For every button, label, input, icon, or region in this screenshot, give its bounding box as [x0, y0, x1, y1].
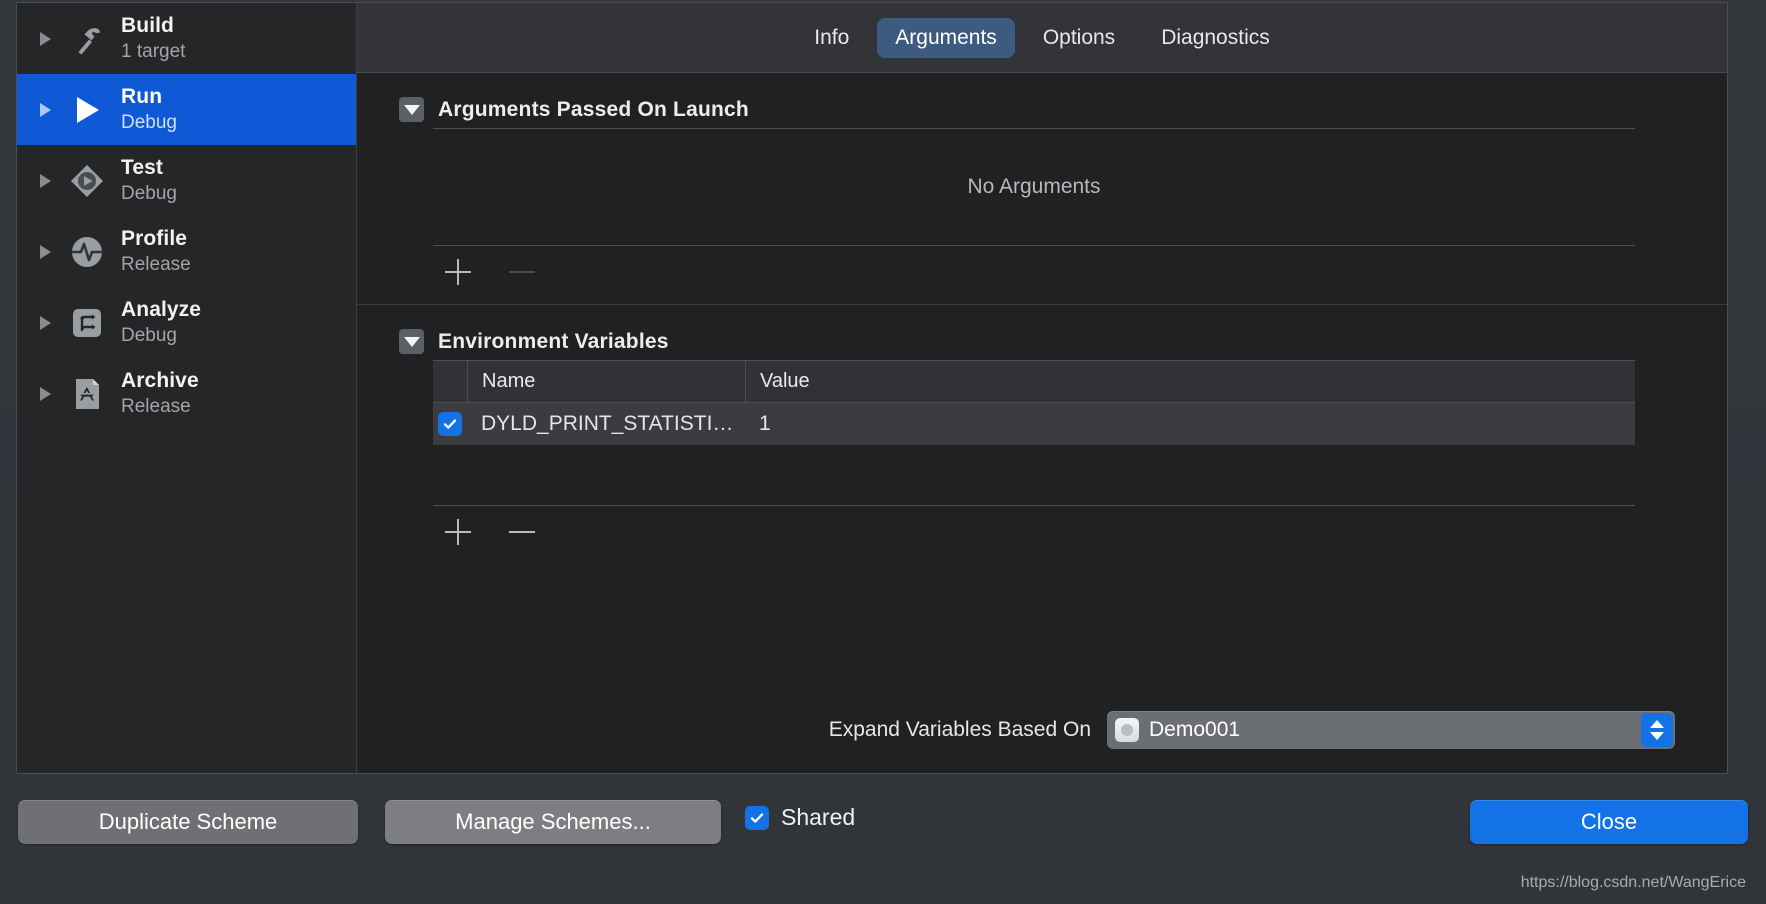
arguments-pane: Arguments Passed On Launch No Arguments …: [357, 73, 1727, 773]
scheme-action-sidebar: Build 1 target Run Debug Test Debug Prof…: [17, 3, 357, 773]
arguments-section-header: Arguments Passed On Launch: [389, 73, 1687, 128]
shared-checkbox-group: Shared: [745, 804, 855, 831]
sidebar-item-run-subtitle: Debug: [121, 111, 177, 133]
tab-info[interactable]: Info: [796, 18, 867, 58]
manage-schemes-button[interactable]: Manage Schemes...: [385, 800, 721, 844]
sidebar-item-analyze-title: Analyze: [121, 297, 202, 321]
sidebar-item-test-title: Test: [121, 155, 164, 179]
duplicate-scheme-button[interactable]: Duplicate Scheme: [18, 800, 358, 844]
table-header-checkbox: [433, 361, 467, 402]
sidebar-item-analyze-subtitle: Debug: [121, 324, 177, 346]
expand-variables-row: Expand Variables Based On Demo001: [389, 711, 1675, 749]
sidebar-item-archive-text: Archive Release: [121, 369, 199, 418]
sidebar-item-profile-text: Profile Release: [121, 227, 191, 276]
shared-label: Shared: [781, 804, 856, 830]
app-target-icon: [1115, 718, 1139, 742]
sidebar-item-run[interactable]: Run Debug: [17, 74, 356, 145]
sidebar-item-profile-title: Profile: [121, 226, 188, 250]
add-argument-button[interactable]: [441, 255, 475, 289]
sidebar-item-test-text: Test Debug: [121, 156, 177, 205]
scheme-detail-pane: Info Arguments Options Diagnostics Argum…: [357, 3, 1727, 773]
sidebar-item-analyze-text: Analyze Debug: [121, 298, 201, 347]
sidebar-item-test-subtitle: Debug: [121, 182, 177, 204]
table-header-value: Value: [745, 361, 1635, 402]
archive-icon: [67, 374, 107, 414]
watermark-text: https://blog.csdn.net/WangErice: [1520, 874, 1746, 891]
environment-variables-table: Name Value DYLD_PRINT_STATISTI… 1: [433, 360, 1635, 506]
disclosure-triangle-archive-icon[interactable]: [35, 386, 55, 401]
environment-section-header: Environment Variables: [389, 305, 1687, 360]
add-environment-variable-button[interactable]: [441, 515, 475, 549]
hammer-icon: [67, 19, 107, 59]
detail-tab-bar: Info Arguments Options Diagnostics: [357, 3, 1727, 73]
shared-checkbox[interactable]: [745, 805, 769, 830]
sidebar-item-run-title: Run: [121, 84, 163, 108]
sidebar-item-archive-title: Archive: [121, 368, 199, 392]
disclosure-triangle-build-icon[interactable]: [35, 31, 55, 46]
disclosure-triangle-down-icon[interactable]: [399, 329, 424, 354]
tab-options[interactable]: Options: [1025, 18, 1133, 58]
row-enabled-cell: [433, 412, 467, 436]
sidebar-item-archive[interactable]: Archive Release: [17, 358, 356, 429]
sidebar-item-build-subtitle: 1 target: [121, 40, 186, 62]
sidebar-item-build-text: Build 1 target: [121, 14, 185, 63]
test-icon: [67, 161, 107, 201]
chevron-up-down-icon[interactable]: [1641, 713, 1673, 747]
sidebar-item-archive-subtitle: Release: [121, 395, 191, 417]
sidebar-item-test[interactable]: Test Debug: [17, 145, 356, 216]
row-value-cell[interactable]: 1: [745, 412, 1635, 436]
expand-variables-popup-button[interactable]: Demo001: [1107, 711, 1675, 749]
environment-list-controls: [433, 506, 1687, 558]
scheme-editor-window: Build 1 target Run Debug Test Debug Prof…: [0, 0, 1766, 904]
expand-variables-selected-value: Demo001: [1149, 718, 1241, 741]
tab-arguments[interactable]: Arguments: [877, 17, 1015, 58]
table-header-row: Name Value: [433, 361, 1635, 403]
remove-argument-button[interactable]: [505, 255, 539, 289]
profile-icon: [67, 232, 107, 272]
disclosure-triangle-down-icon[interactable]: [399, 97, 424, 122]
analyze-icon: [67, 303, 107, 343]
disclosure-triangle-profile-icon[interactable]: [35, 244, 55, 259]
expand-variables-label: Expand Variables Based On: [828, 718, 1091, 741]
table-row[interactable]: DYLD_PRINT_STATISTI… 1: [433, 403, 1635, 445]
dialog-footer: Duplicate Scheme Manage Schemes... Share…: [0, 774, 1766, 904]
disclosure-triangle-analyze-icon[interactable]: [35, 315, 55, 330]
sidebar-item-analyze[interactable]: Analyze Debug: [17, 287, 356, 358]
row-enabled-checkbox[interactable]: [438, 412, 462, 436]
scheme-editor-dialog: Build 1 target Run Debug Test Debug Prof…: [16, 2, 1728, 774]
sidebar-item-profile[interactable]: Profile Release: [17, 216, 356, 287]
tab-diagnostics[interactable]: Diagnostics: [1143, 18, 1288, 58]
environment-section-title: Environment Variables: [438, 329, 669, 353]
sidebar-item-build-title: Build: [121, 13, 174, 37]
sidebar-item-profile-subtitle: Release: [121, 253, 191, 275]
arguments-list-controls: [433, 246, 1687, 298]
arguments-section-title: Arguments Passed On Launch: [438, 97, 749, 121]
row-name-cell[interactable]: DYLD_PRINT_STATISTI…: [467, 412, 745, 436]
arguments-list[interactable]: No Arguments: [433, 128, 1635, 246]
arguments-empty-label: No Arguments: [967, 175, 1101, 198]
sidebar-item-build[interactable]: Build 1 target: [17, 3, 356, 74]
disclosure-triangle-test-icon[interactable]: [35, 173, 55, 188]
remove-environment-variable-button[interactable]: [505, 515, 539, 549]
disclosure-triangle-run-icon[interactable]: [35, 102, 55, 117]
close-button[interactable]: Close: [1470, 800, 1748, 844]
play-icon: [67, 90, 107, 130]
table-header-name: Name: [467, 361, 745, 402]
sidebar-item-run-text: Run Debug: [121, 85, 177, 134]
table-empty-space: [433, 445, 1635, 505]
